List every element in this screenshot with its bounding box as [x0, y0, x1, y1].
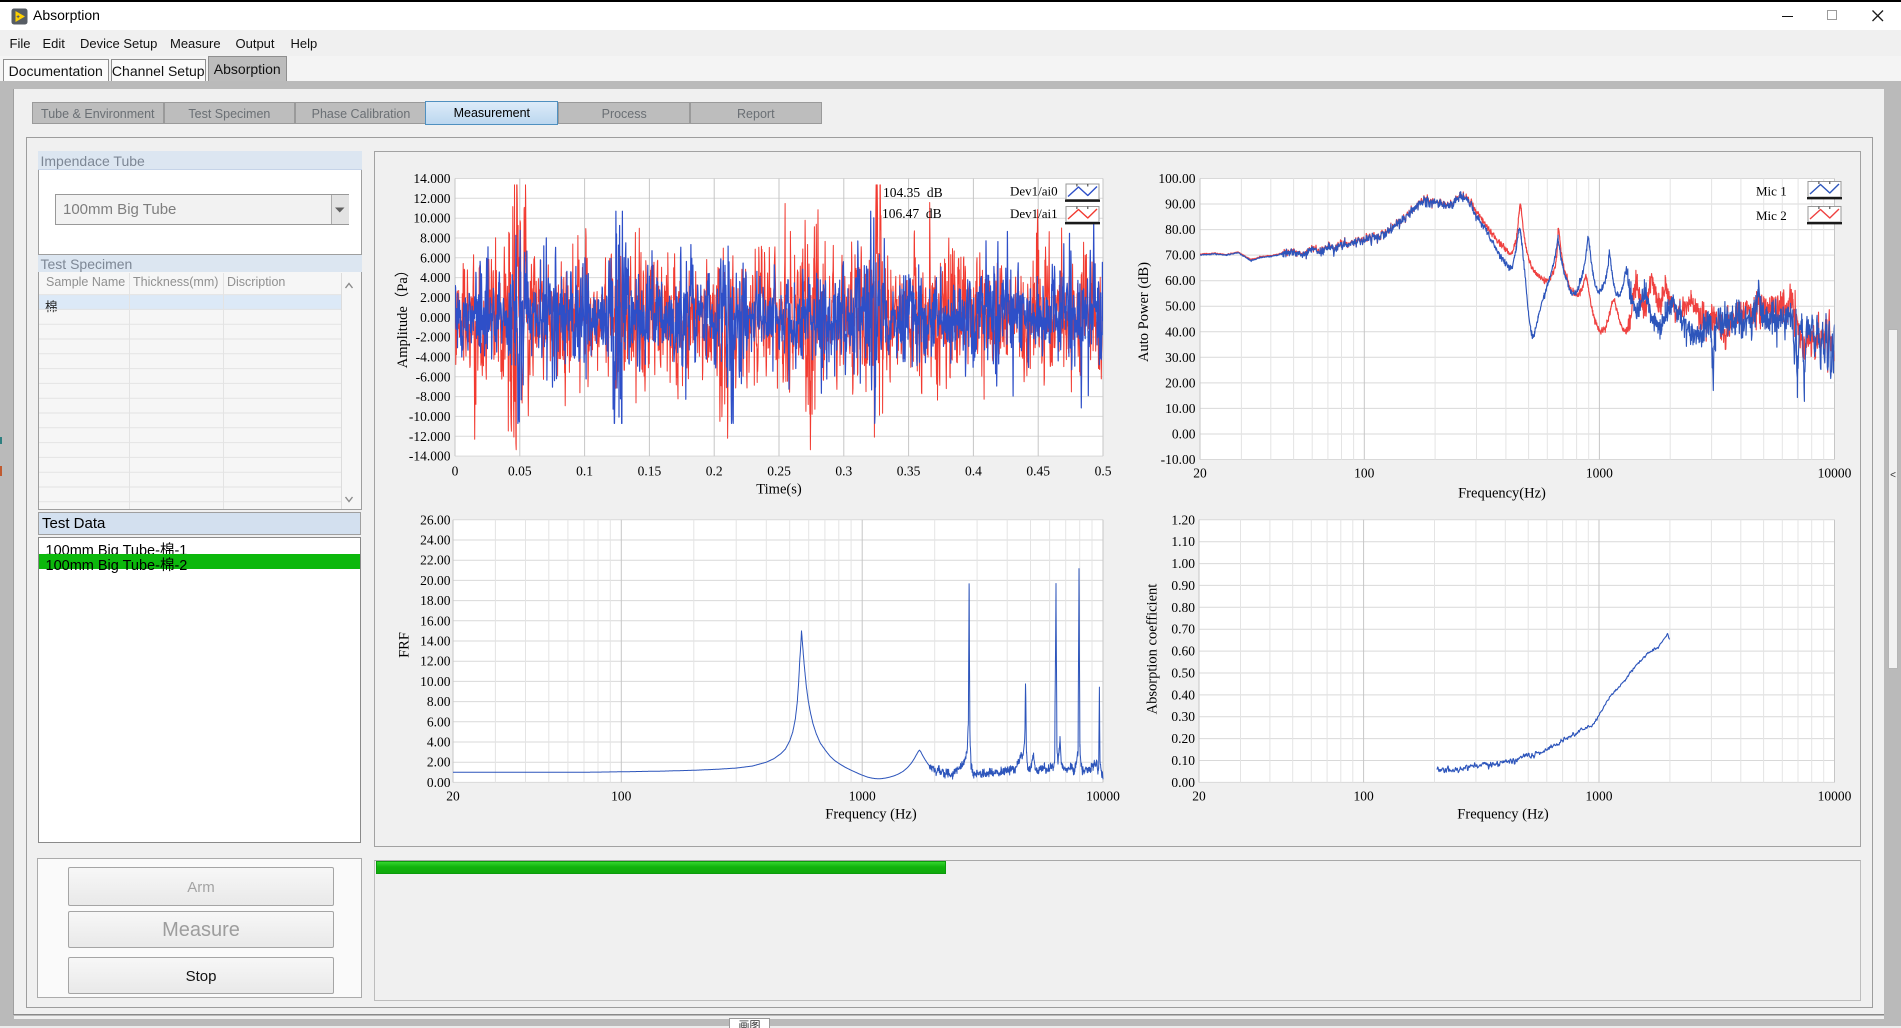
svg-text:60.00: 60.00: [1165, 273, 1196, 288]
svg-text:24.00: 24.00: [420, 533, 451, 548]
svg-text:-6.000: -6.000: [416, 369, 451, 384]
svg-text:0.90: 0.90: [1171, 578, 1195, 593]
svg-text:106.47 dB: 106.47 dB: [882, 206, 942, 221]
svg-text:8.000: 8.000: [420, 231, 451, 246]
svg-text:0.20: 0.20: [1171, 731, 1195, 746]
svg-text:0.70: 0.70: [1171, 622, 1195, 637]
svg-text:0.2: 0.2: [706, 464, 723, 479]
svg-text:6.00: 6.00: [427, 714, 451, 729]
svg-text:10000: 10000: [1086, 789, 1120, 804]
svg-text:14.00: 14.00: [420, 634, 451, 649]
svg-text:26.00: 26.00: [420, 512, 451, 527]
svg-text:0: 0: [452, 464, 459, 479]
svg-text:4.00: 4.00: [427, 735, 451, 750]
svg-text:10000: 10000: [1818, 466, 1852, 481]
svg-text:2.000: 2.000: [420, 290, 451, 305]
svg-text:14.000: 14.000: [413, 171, 450, 186]
svg-text:100: 100: [1354, 466, 1375, 481]
svg-text:-4.000: -4.000: [416, 350, 451, 365]
svg-text:10000: 10000: [1818, 789, 1852, 804]
svg-text:16.00: 16.00: [420, 613, 451, 628]
svg-text:6.000: 6.000: [420, 250, 451, 265]
svg-text:20.00: 20.00: [1165, 375, 1196, 390]
svg-text:Amplitude（Pa）: Amplitude（Pa）: [394, 263, 411, 369]
svg-text:-2.000: -2.000: [416, 330, 451, 345]
svg-text:0.10: 0.10: [1171, 753, 1195, 768]
svg-text:18.00: 18.00: [420, 593, 451, 608]
svg-text:100.00: 100.00: [1158, 171, 1195, 186]
svg-text:0.25: 0.25: [767, 464, 791, 479]
svg-text:80.00: 80.00: [1165, 222, 1196, 237]
svg-text:-10.000: -10.000: [409, 409, 451, 424]
svg-text:0.45: 0.45: [1026, 464, 1050, 479]
svg-text:20: 20: [446, 789, 460, 804]
svg-text:20: 20: [1193, 466, 1207, 481]
svg-text:22.00: 22.00: [420, 553, 451, 568]
svg-text:30.00: 30.00: [1165, 350, 1196, 365]
svg-text:-8.000: -8.000: [416, 389, 451, 404]
svg-text:Frequency (Hz): Frequency (Hz): [825, 807, 917, 823]
svg-text:Mic 1: Mic 1: [1756, 184, 1787, 199]
svg-text:1.10: 1.10: [1171, 534, 1195, 549]
svg-text:70.00: 70.00: [1165, 248, 1196, 263]
svg-text:0.1: 0.1: [576, 464, 593, 479]
svg-text:0.00: 0.00: [1172, 427, 1196, 442]
svg-text:0.3: 0.3: [835, 464, 852, 479]
svg-text:Absorption coefficient: Absorption coefficient: [1145, 584, 1161, 715]
svg-text:Auto Power (dB): Auto Power (dB): [1136, 262, 1152, 362]
svg-text:0.30: 0.30: [1171, 709, 1195, 724]
svg-text:20: 20: [1192, 789, 1206, 804]
svg-text:8.00: 8.00: [427, 694, 451, 709]
svg-text:0.35: 0.35: [897, 464, 921, 479]
svg-text:0.80: 0.80: [1171, 600, 1195, 615]
svg-text:0.000: 0.000: [420, 310, 451, 325]
svg-text:90.00: 90.00: [1165, 197, 1196, 212]
svg-text:0.15: 0.15: [638, 464, 662, 479]
svg-text:12.000: 12.000: [413, 191, 450, 206]
svg-text:10.00: 10.00: [420, 674, 451, 689]
svg-text:0.40: 0.40: [1171, 687, 1195, 702]
svg-text:FRF: FRF: [397, 632, 413, 658]
svg-text:50.00: 50.00: [1165, 299, 1196, 314]
svg-text:40.00: 40.00: [1165, 324, 1196, 339]
svg-text:Frequency(Hz): Frequency(Hz): [1458, 486, 1546, 502]
svg-text:Frequency (Hz): Frequency (Hz): [1457, 807, 1549, 823]
svg-text:100: 100: [611, 789, 632, 804]
svg-text:0.50: 0.50: [1171, 666, 1195, 681]
svg-text:1000: 1000: [1586, 466, 1613, 481]
svg-text:1.20: 1.20: [1171, 512, 1195, 527]
svg-text:Time(s): Time(s): [756, 482, 802, 498]
svg-text:0.05: 0.05: [508, 464, 532, 479]
svg-text:12.00: 12.00: [420, 654, 451, 669]
svg-text:-12.000: -12.000: [409, 429, 451, 444]
svg-text:0.60: 0.60: [1171, 644, 1195, 659]
svg-text:Mic 2: Mic 2: [1756, 208, 1787, 223]
svg-text:100: 100: [1353, 789, 1374, 804]
svg-text:10.00: 10.00: [1165, 401, 1196, 416]
svg-text:Dev1/ai0: Dev1/ai0: [1010, 184, 1058, 199]
svg-text:Dev1/ai1: Dev1/ai1: [1010, 206, 1058, 221]
svg-text:-10.00: -10.00: [1161, 452, 1196, 467]
svg-text:4.000: 4.000: [420, 270, 451, 285]
svg-text:1000: 1000: [1586, 789, 1613, 804]
svg-text:10.000: 10.000: [413, 211, 450, 226]
svg-text:1000: 1000: [849, 789, 876, 804]
svg-text:-14.000: -14.000: [409, 449, 451, 464]
svg-text:1.00: 1.00: [1171, 556, 1195, 571]
svg-text:20.00: 20.00: [420, 573, 451, 588]
svg-text:2.00: 2.00: [427, 755, 451, 770]
svg-text:0.4: 0.4: [965, 464, 982, 479]
svg-text:104.35 dB: 104.35 dB: [883, 185, 943, 200]
svg-text:0.5: 0.5: [1095, 464, 1112, 479]
